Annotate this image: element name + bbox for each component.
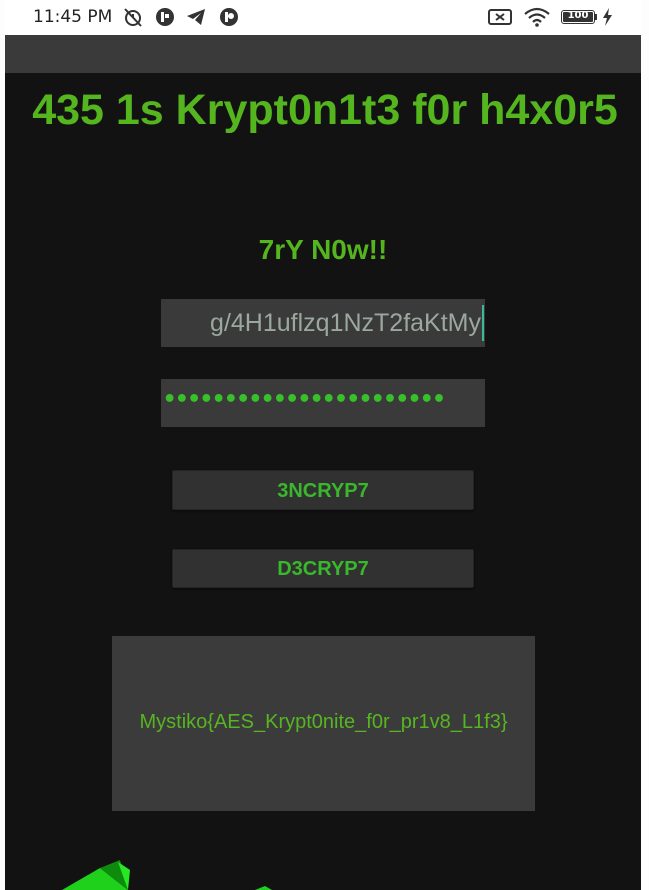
password-input-mask: ••••••••••••••••••••••• <box>163 387 446 412</box>
status-time: 11:45 PM <box>33 7 113 27</box>
alarm-off-icon <box>122 8 144 27</box>
battery-level: 100 <box>567 10 589 21</box>
charging-icon <box>601 8 613 26</box>
app-circle-icon-2 <box>219 8 239 26</box>
key-input[interactable]: g/4H1uflzq1NzT2faKtMy <box>161 299 485 347</box>
encrypt-button[interactable]: 3NCRYP7 <box>172 470 474 510</box>
telegram-icon <box>186 8 206 26</box>
decrypt-button[interactable]: D3CRYP7 <box>172 549 474 588</box>
page-subtitle: 7rY N0w!! <box>258 234 388 265</box>
key-input-value: g/4H1uflzq1NzT2faKtMy <box>210 309 481 337</box>
screen-border-right <box>641 0 649 890</box>
password-input[interactable]: ••••••••••••••••••••••• <box>161 379 485 427</box>
output-text: Mystiko{AES_Krypt0nite_f0r_pr1v8_L1f3} <box>139 711 508 733</box>
app-screen: 11:45 PM 100 435 1s Krypt0n1t3 f0r h4x0r… <box>0 0 649 890</box>
page-title: 435 1s Krypt0n1t3 f0r h4x0r5 <box>32 86 618 134</box>
battery-icon: 100 <box>561 10 595 24</box>
status-bar: 11:45 PM 100 <box>5 0 641 35</box>
wifi-icon <box>524 7 550 27</box>
green-cube-graphic <box>62 860 272 890</box>
app-bar <box>5 35 641 73</box>
app-circle-icon <box>155 8 175 26</box>
output-box: Mystiko{AES_Krypt0nite_f0r_pr1v8_L1f3} <box>112 636 535 811</box>
text-cursor <box>482 305 484 341</box>
screen-cast-icon <box>488 8 512 26</box>
screen-border-left <box>0 0 5 890</box>
